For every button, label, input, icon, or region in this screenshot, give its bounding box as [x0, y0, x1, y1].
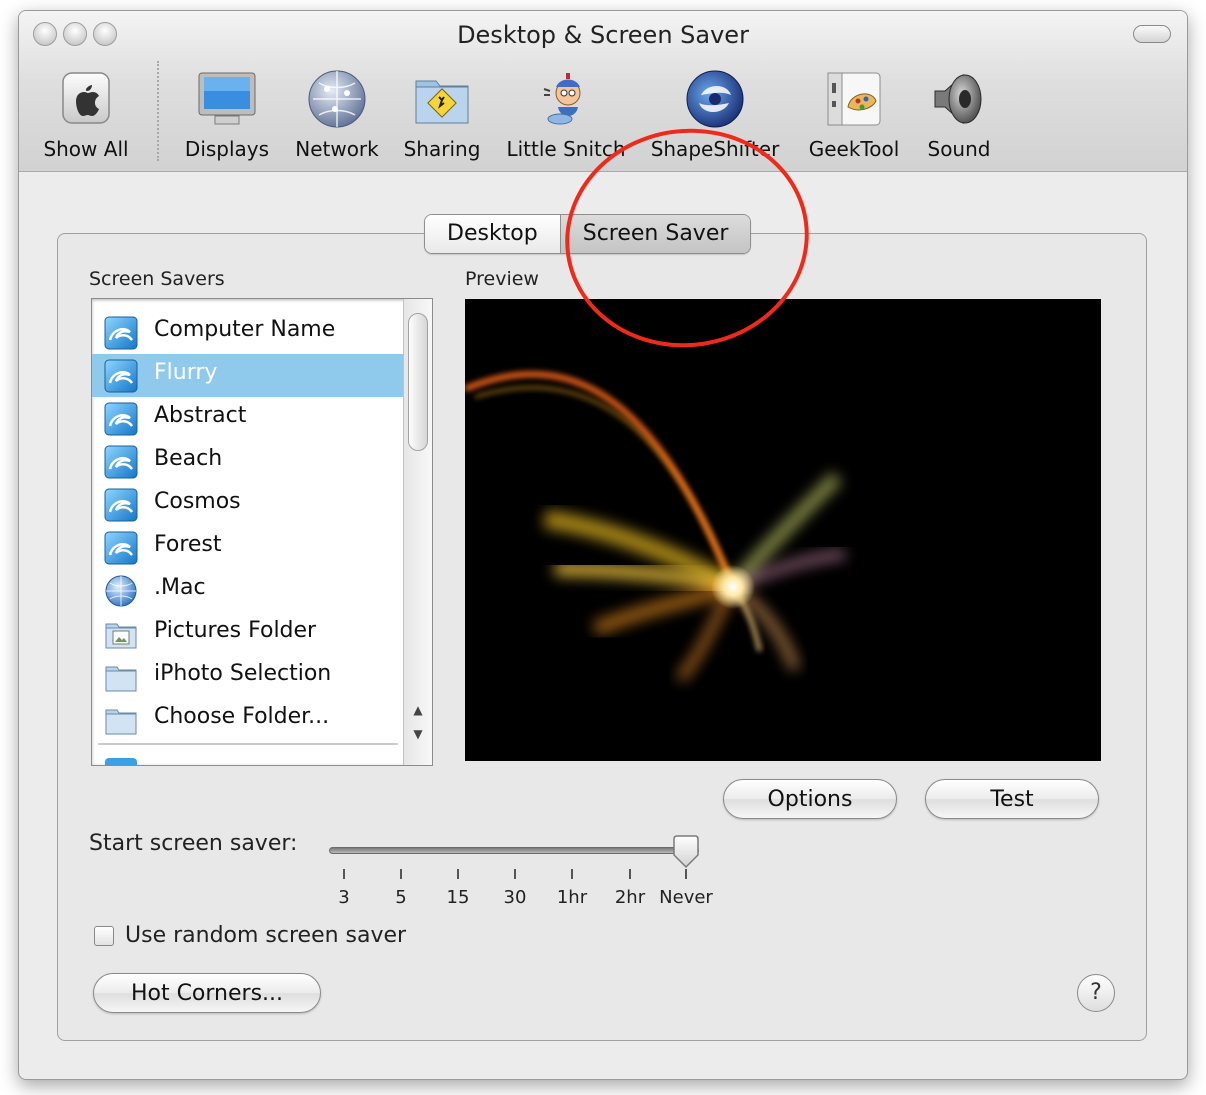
screen-savers-heading: Screen Savers [89, 268, 225, 290]
network-globe-icon [305, 67, 369, 131]
screensaver-swirl-icon [104, 757, 138, 765]
folder-icon [104, 703, 138, 737]
slider-tick [457, 869, 459, 879]
toolbar-item-displays[interactable]: Displays [177, 67, 277, 161]
hot-corners-button[interactable]: Hot Corners... [93, 973, 321, 1013]
list-item-label: Beach [154, 446, 223, 471]
tab-desktop[interactable]: Desktop [425, 215, 560, 253]
screensaver-swirl-icon [104, 531, 138, 565]
slider-tick [514, 869, 516, 879]
list-item-label: Forest [154, 532, 222, 557]
slider-tick [571, 869, 573, 879]
list-item-label: .Mac [154, 575, 206, 600]
screensaver-swirl-icon [104, 316, 138, 350]
sharing-folder-icon [410, 67, 474, 131]
toolbar-show-all[interactable]: Show All [31, 67, 141, 161]
list-item-label: Abstract [154, 403, 247, 428]
apple-logo-icon [54, 67, 118, 131]
toolbar-label: Displays [184, 137, 270, 161]
toolbar-label: Sound [927, 137, 991, 161]
slider-tick-label: 2hr [614, 887, 646, 908]
toolbar-separator [157, 61, 159, 161]
slider-tick-label: Never [659, 887, 713, 908]
dotmac-globe-icon [104, 574, 138, 608]
toolbar-label: Show All [43, 137, 129, 161]
slider-tick [343, 869, 345, 879]
list-item[interactable]: Choose Folder... [92, 698, 404, 741]
toolbar-label: Sharing [403, 137, 481, 161]
preferences-window: Desktop & Screen Saver Show All Displays… [18, 10, 1188, 1080]
slider-tick-label: 30 [503, 887, 527, 908]
slider-tick [629, 869, 631, 879]
slider-tick [400, 869, 402, 879]
scroll-up-arrow-icon[interactable]: ▲ [404, 699, 432, 721]
display-monitor-icon [195, 67, 259, 131]
toolbar-item-sound[interactable]: Sound [919, 67, 999, 161]
toolbar-item-sharing[interactable]: Sharing [397, 67, 487, 161]
toolbar-toggle-button[interactable] [1133, 25, 1171, 43]
slider-tick-label: 1hr [556, 887, 588, 908]
speaker-icon [927, 67, 991, 131]
toolbar-label: Network [295, 137, 379, 161]
list-separator [98, 743, 398, 745]
start-screen-saver-label: Start screen saver: [89, 831, 298, 856]
geektool-icon [822, 67, 886, 131]
screensaver-swirl-icon [104, 488, 138, 522]
slider-tick-label: 5 [395, 887, 407, 908]
options-button[interactable]: Options [723, 779, 897, 819]
list-item-label: Flurry [154, 360, 218, 385]
list-item[interactable]: Flurry [92, 354, 404, 397]
screen-saver-preview [465, 299, 1101, 761]
help-button[interactable]: ? [1077, 974, 1115, 1012]
random-screen-saver-label: Use random screen saver [125, 923, 407, 948]
list-item[interactable]: Computer Name [92, 311, 404, 354]
toolbar-item-little-snitch[interactable]: Little Snitch [503, 67, 629, 161]
window-title: Desktop & Screen Saver [457, 21, 749, 49]
start-screen-saver-slider[interactable] [329, 847, 699, 854]
list-item[interactable]: Pictures Folder [92, 612, 404, 655]
folder-icon [104, 660, 138, 694]
list-item-label: Computer Name [154, 317, 336, 342]
slider-tick-label: 3 [338, 887, 350, 908]
shapeshifter-icon [683, 67, 747, 131]
list-item[interactable]: Forest [92, 526, 404, 569]
toolbar-item-geektool[interactable]: GeekTool [799, 67, 909, 161]
list-item[interactable]: Beach [92, 440, 404, 483]
list-item-label: Cosmos [154, 489, 241, 514]
list-item[interactable]: Abstract [92, 397, 404, 440]
random-screen-saver-checkbox[interactable] [94, 926, 114, 946]
screen-saver-list[interactable]: Computer Name Flurry Abstract Beach Cosmos Fo… [91, 298, 433, 766]
toolbar-label: GeekTool [808, 137, 900, 161]
screensaver-swirl-icon [104, 359, 138, 393]
screensaver-swirl-icon [104, 445, 138, 479]
list-item-partial[interactable] [92, 755, 404, 765]
title-bar: Desktop & Screen Saver Show All Displays… [19, 11, 1187, 172]
preview-heading: Preview [465, 268, 539, 290]
list-item[interactable]: Cosmos [92, 483, 404, 526]
slider-knob[interactable] [671, 835, 701, 869]
list-item[interactable]: .Mac [92, 569, 404, 612]
list-item-label: iPhoto Selection [154, 661, 332, 686]
pictures-folder-icon [104, 617, 138, 651]
flurry-preview-image [465, 371, 846, 683]
list-item-label: Pictures Folder [154, 618, 317, 643]
slider-tick-label: 15 [446, 887, 470, 908]
list-scrollbar[interactable]: ▲ ▼ [403, 299, 432, 765]
screensaver-swirl-icon [104, 402, 138, 436]
little-snitch-icon [534, 67, 598, 131]
toolbar-item-network[interactable]: Network [287, 67, 387, 161]
list-item[interactable]: iPhoto Selection [92, 655, 404, 698]
slider-tick [685, 869, 687, 879]
scroll-down-arrow-icon[interactable]: ▼ [404, 723, 432, 745]
test-button[interactable]: Test [925, 779, 1099, 819]
list-item-label: Choose Folder... [154, 704, 330, 729]
scrollbar-thumb[interactable] [408, 313, 428, 451]
